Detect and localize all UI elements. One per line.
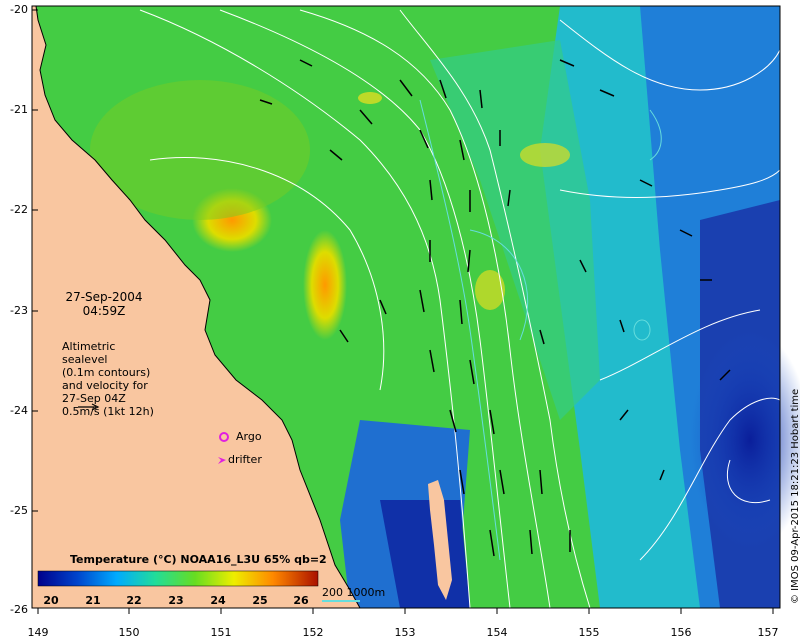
map-date: 27-Sep-2004 — [65, 290, 143, 304]
legend-line: Altimetric sealevel — [62, 340, 116, 366]
lon-tick-label: 156 — [670, 626, 692, 639]
warm-patch-3 — [475, 270, 505, 310]
colorbar-tick-label: 26 — [293, 594, 309, 607]
colorbar-title: Temperature (°C) NOAA16_L3U 65% qb=2 — [70, 553, 327, 566]
lon-tick-label: 157 — [757, 626, 779, 639]
lon-tick-label: 151 — [210, 626, 232, 639]
sst-map — [31, 5, 800, 614]
lat-tick-label: -26 — [10, 603, 28, 616]
legend-line: and velocity for — [62, 379, 148, 392]
colorbar — [37, 570, 319, 587]
lat-tick-label: -21 — [10, 103, 28, 116]
argo-label: Argo — [236, 430, 262, 443]
lat-tick-label: -24 — [10, 404, 28, 417]
map-time: 04:59Z — [82, 304, 126, 318]
lon-tick-label: 152 — [302, 626, 324, 639]
lat-tick-label: -20 — [10, 3, 28, 16]
legend-line: 27-Sep 04Z — [62, 392, 126, 405]
lon-tick-label: 155 — [578, 626, 600, 639]
colorbar-tick-label: 20 — [43, 594, 59, 607]
lon-tick-label: 150 — [118, 626, 140, 639]
lat-tick-label: -22 — [10, 203, 28, 216]
imos-credit: © IMOS 09-Apr-2015 18:21:23 Hobart time — [790, 388, 800, 604]
colorbar-tick-label: 21 — [85, 594, 101, 607]
legend-line: 0.5m/s (1kt 12h) — [62, 405, 154, 418]
colorbar-tick-label: 23 — [168, 594, 184, 607]
lon-tick-label: 153 — [394, 626, 416, 639]
lat-tick-label: -23 — [10, 304, 28, 317]
depth-contour-label: 200 1000m — [322, 586, 386, 599]
warm-patch-2 — [303, 230, 347, 340]
lon-tick-label: 154 — [486, 626, 508, 639]
colorbar-tick-label: 25 — [252, 594, 268, 607]
legend-line: (0.1m contours) — [62, 366, 151, 379]
warm-patch-5 — [358, 92, 382, 104]
colorbar-tick-label: 24 — [210, 594, 226, 607]
lon-tick-label: 149 — [27, 626, 49, 639]
drifter-label: drifter — [228, 453, 262, 466]
date-time-block: 27-Sep-2004 04:59Z — [64, 290, 144, 318]
lat-tick-label: -25 — [10, 504, 28, 517]
colorbar-tick-label: 22 — [126, 594, 142, 607]
velocity-legend: Altimetric sealevel (0.1m contours) and … — [62, 340, 162, 418]
warm-patch-4 — [520, 143, 570, 167]
